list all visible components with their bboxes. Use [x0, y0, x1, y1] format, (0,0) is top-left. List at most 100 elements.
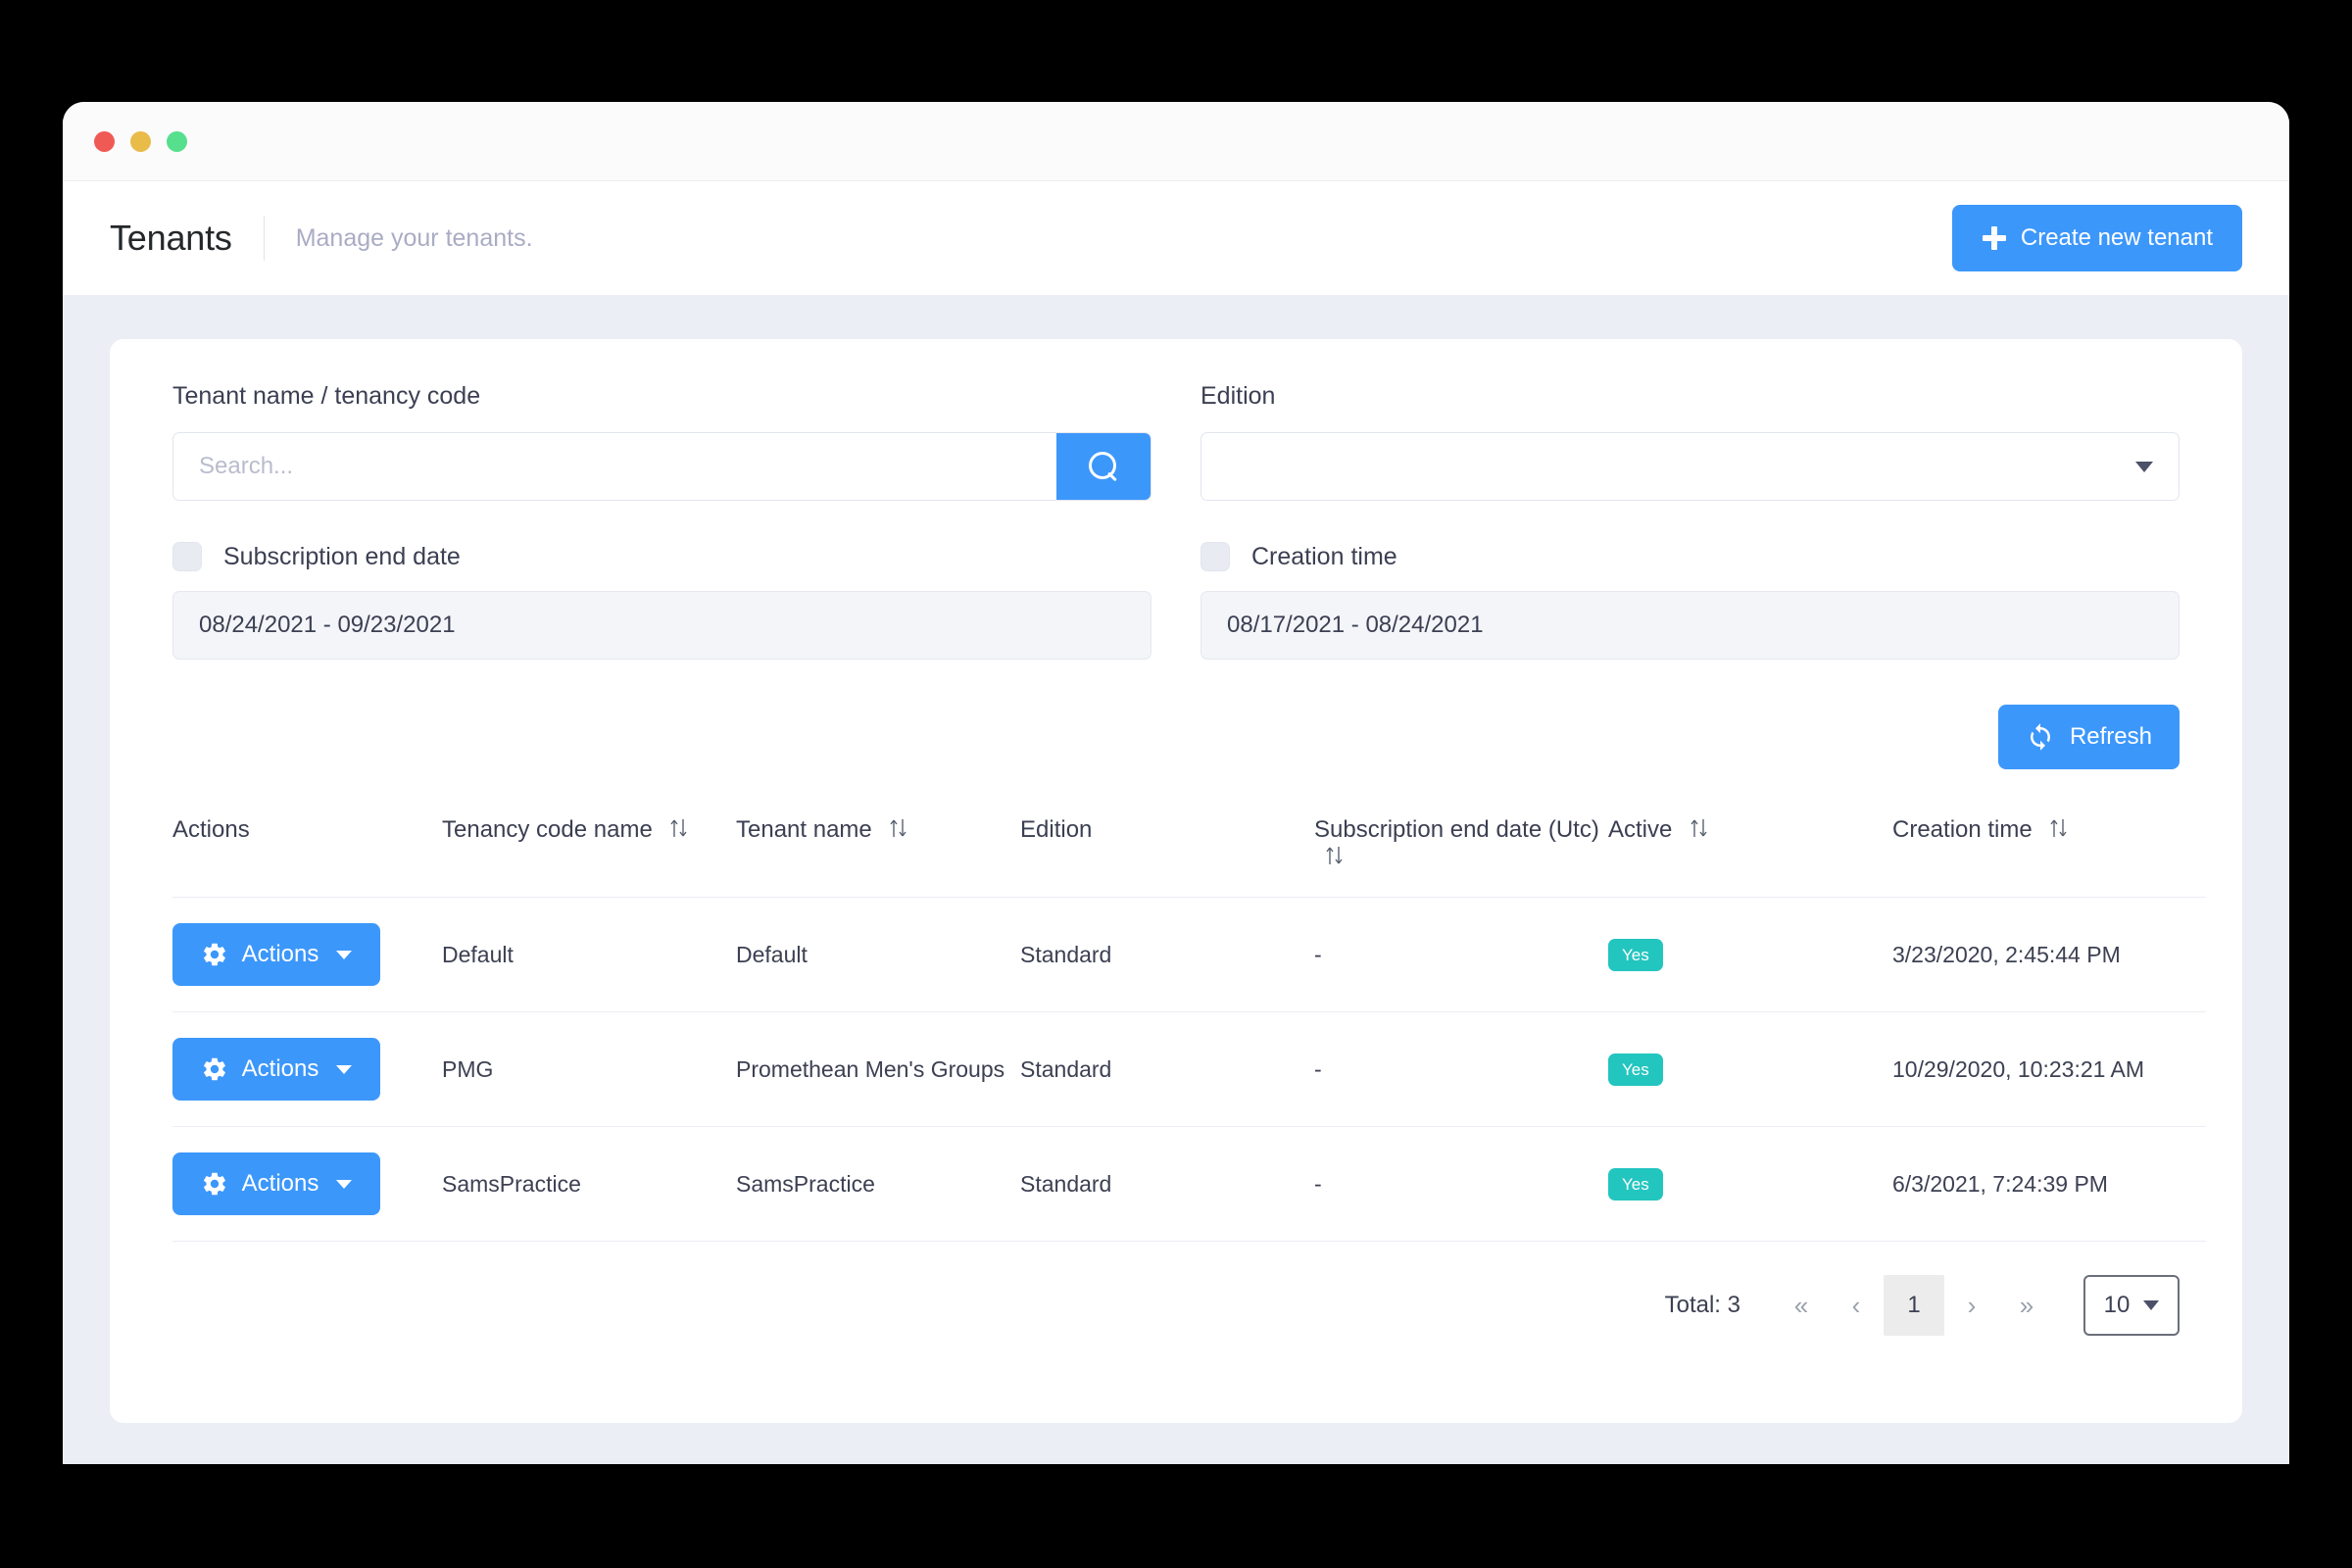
subscription-date-group: Subscription end date 08/24/2021 - 09/23… [172, 501, 1152, 660]
filters-row-top: Tenant name / tenancy code Edition [172, 382, 2180, 501]
cell-creation-time: 10/29/2020, 10:23:21 AM [1892, 1011, 2206, 1127]
gear-icon [203, 943, 225, 966]
cell-actions: Actions [172, 1011, 442, 1127]
cell-actions: Actions [172, 897, 442, 1012]
chevron-down-icon [336, 950, 353, 959]
creation-date-range-value: 08/17/2021 - 08/24/2021 [1227, 612, 1484, 638]
cell-tenancy-code: Default [442, 897, 736, 1012]
page-title: Tenants [110, 218, 232, 258]
cell-creation-time: 3/23/2020, 2:45:44 PM [1892, 897, 2206, 1012]
cell-active: Yes [1608, 1011, 1892, 1127]
chevron-down-icon [2135, 461, 2153, 472]
refresh-label: Refresh [2069, 723, 2152, 750]
filters-row-dates: Subscription end date 08/24/2021 - 09/23… [172, 501, 2180, 660]
cell-edition: Standard [1020, 1126, 1314, 1242]
search-icon [1089, 452, 1118, 481]
sort-icon [2050, 819, 2067, 837]
row-actions-button[interactable]: Actions [172, 923, 380, 986]
column-header-subscription-end-date[interactable]: Subscription end date (Utc) [1314, 807, 1608, 898]
pagination: Total: 3 « ‹ 1 › » 10 [172, 1275, 2180, 1336]
first-page-button[interactable]: « [1774, 1276, 1829, 1335]
row-actions-label: Actions [241, 1055, 319, 1082]
sort-icon [1326, 847, 1343, 864]
window-maximize-button[interactable] [167, 130, 187, 152]
page-subtitle: Manage your tenants. [295, 223, 533, 252]
create-new-tenant-button[interactable]: Create new tenant [1951, 205, 2242, 271]
chevron-down-icon [336, 1179, 353, 1189]
subscription-end-date-checkbox[interactable] [172, 542, 202, 571]
column-header-edition: Edition [1020, 807, 1314, 898]
page-size-select[interactable]: 10 [2083, 1275, 2180, 1336]
refresh-button[interactable]: Refresh [1997, 705, 2180, 769]
table-header-row: Actions Tenancy code name Tenant name Ed… [172, 807, 2206, 898]
creation-time-group: Creation time 08/17/2021 - 08/24/2021 [1200, 501, 2180, 660]
table-row: Actions SamsPractice SamsPractice Standa… [172, 1126, 2206, 1242]
cell-tenant-name: SamsPractice [736, 1126, 1020, 1242]
refresh-icon [2030, 723, 2050, 751]
cell-tenant-name: Default [736, 897, 1020, 1012]
creation-time-checkbox[interactable] [1200, 542, 1230, 571]
chevron-down-icon [336, 1064, 353, 1074]
status-badge: Yes [1608, 1167, 1663, 1200]
row-actions-label: Actions [241, 1170, 319, 1197]
page-body: Tenant name / tenancy code Edition [63, 296, 2289, 1464]
page-number-button[interactable]: 1 [1884, 1275, 1944, 1336]
search-button[interactable] [1056, 433, 1151, 500]
cell-edition: Standard [1020, 897, 1314, 1012]
total-count: Total: 3 [1664, 1292, 1740, 1318]
subscription-checkbox-row: Subscription end date [172, 542, 1152, 571]
row-actions-button[interactable]: Actions [172, 1152, 380, 1215]
last-page-button[interactable]: » [1999, 1276, 2054, 1335]
sort-icon [1690, 819, 1707, 837]
search-box [172, 432, 1152, 501]
edition-field-group: Edition [1200, 382, 2180, 501]
column-header-creation-time[interactable]: Creation time [1892, 807, 2206, 898]
creation-time-label: Creation time [1251, 542, 1397, 570]
cell-tenant-name: Promethean Men's Groups [736, 1011, 1020, 1127]
sort-icon [670, 819, 688, 837]
search-input[interactable] [173, 433, 1056, 500]
page-header: Tenants Manage your tenants. Create new … [63, 181, 2289, 296]
column-header-actions: Actions [172, 807, 442, 898]
cell-creation-time: 6/3/2021, 7:24:39 PM [1892, 1126, 2206, 1242]
search-label: Tenant name / tenancy code [172, 382, 481, 410]
cell-edition: Standard [1020, 1011, 1314, 1127]
plus-icon [1982, 225, 2007, 251]
cell-subscription-end-date: - [1314, 1126, 1608, 1242]
cell-active: Yes [1608, 897, 1892, 1012]
edition-select[interactable] [1200, 432, 2180, 501]
column-header-active[interactable]: Active [1608, 807, 1892, 898]
edition-label: Edition [1200, 382, 1276, 410]
row-actions-button[interactable]: Actions [172, 1038, 380, 1101]
sort-icon [890, 819, 906, 837]
cell-subscription-end-date: - [1314, 1011, 1608, 1127]
gear-icon [203, 1172, 225, 1196]
table-row: Actions PMG Promethean Men's Groups Stan… [172, 1011, 2206, 1127]
chevron-down-icon [2143, 1300, 2160, 1310]
window-titlebar [63, 102, 2289, 181]
table-body: Actions Default Default Standard - Yes 3… [172, 897, 2206, 1242]
table-header: Actions Tenancy code name Tenant name Ed… [172, 807, 2206, 898]
subscription-end-date-label: Subscription end date [223, 542, 461, 570]
page-size-value: 10 [2103, 1292, 2131, 1318]
subscription-date-range-input[interactable]: 08/24/2021 - 09/23/2021 [172, 591, 1152, 660]
window-minimize-button[interactable] [130, 130, 151, 152]
previous-page-button[interactable]: ‹ [1829, 1276, 1884, 1335]
search-field-group: Tenant name / tenancy code [172, 382, 1152, 501]
gear-icon [203, 1057, 225, 1081]
status-badge: Yes [1608, 1053, 1663, 1086]
cell-actions: Actions [172, 1126, 442, 1242]
creation-date-range-input[interactable]: 08/17/2021 - 08/24/2021 [1200, 591, 2180, 660]
header-divider [263, 216, 265, 261]
cell-tenancy-code: SamsPractice [442, 1126, 736, 1242]
column-header-tenancy-code-name[interactable]: Tenancy code name [442, 807, 736, 898]
subscription-date-range-value: 08/24/2021 - 09/23/2021 [199, 612, 456, 638]
next-page-button[interactable]: › [1944, 1276, 1999, 1335]
cell-tenancy-code: PMG [442, 1011, 736, 1127]
tenants-card: Tenant name / tenancy code Edition [110, 339, 2242, 1423]
status-badge: Yes [1608, 938, 1663, 971]
row-actions-label: Actions [241, 941, 319, 967]
tenants-table: Actions Tenancy code name Tenant name Ed… [172, 807, 2206, 1242]
column-header-tenant-name[interactable]: Tenant name [736, 807, 1020, 898]
window-close-button[interactable] [94, 130, 115, 152]
